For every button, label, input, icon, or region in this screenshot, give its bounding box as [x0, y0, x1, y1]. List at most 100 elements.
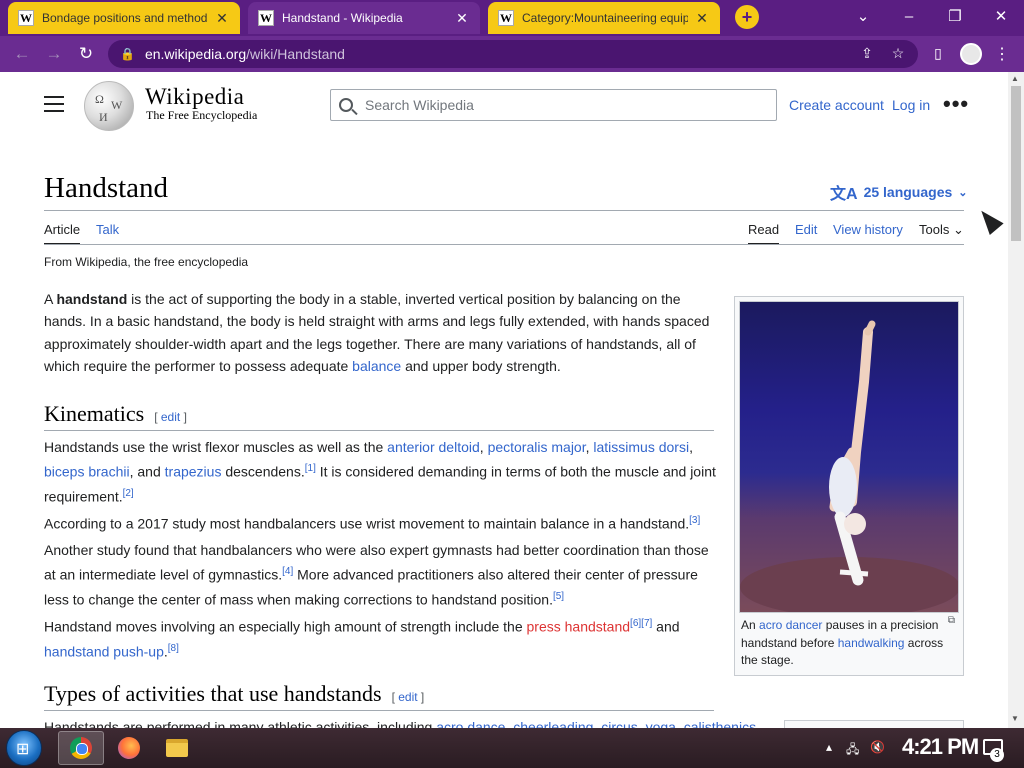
reload-icon[interactable]: ↻ [74, 42, 98, 66]
search-placeholder: Search Wikipedia [365, 97, 474, 113]
search-input[interactable]: Search Wikipedia [330, 89, 777, 121]
restore-icon[interactable]: ❐ [943, 4, 967, 28]
link-press-handstand[interactable]: press handstand [527, 619, 631, 635]
text: Handstand moves involving an especially … [44, 618, 527, 635]
wikipedia-globe-logo[interactable]: ΩWИ [84, 81, 134, 131]
thumbnail-figure: An acro dancer pauses in a precision han… [734, 296, 964, 676]
back-icon[interactable]: ← [10, 42, 34, 66]
network-icon[interactable]: 🖧 [846, 740, 859, 761]
chrome-icon [70, 737, 92, 759]
start-button[interactable]: ⊞ [6, 730, 42, 766]
link-balance[interactable]: balance [352, 358, 401, 374]
close-tab-icon[interactable]: ✕ [694, 10, 710, 27]
link-yoga[interactable]: yoga [646, 719, 676, 728]
link-acro-dancer[interactable]: acro dancer [759, 618, 822, 632]
taskbar-chrome[interactable] [58, 731, 104, 765]
acro-dancer-illustration [740, 320, 958, 612]
show-hidden-icons[interactable]: ▴ [826, 740, 832, 754]
tabs-divider [44, 244, 964, 245]
close-window-icon[interactable]: ✕ [989, 4, 1013, 28]
link-latissimus-dorsi[interactable]: latissimus dorsi [593, 439, 689, 455]
address-bar[interactable]: 🔒 en.wikipedia.org/wiki/Handstand [108, 40, 918, 68]
link-trapezius[interactable]: trapezius [165, 464, 222, 480]
reference-4[interactable]: [4] [282, 566, 293, 577]
link-calisthenics[interactable]: calisthenics [684, 719, 756, 728]
link-biceps-brachii[interactable]: biceps brachii [44, 464, 130, 480]
intro-paragraph: A handstand is the act of supporting the… [44, 288, 716, 378]
page-title: Handstand [44, 172, 169, 204]
forward-icon[interactable]: → [42, 42, 66, 66]
minimize-icon[interactable]: – [897, 4, 921, 28]
tab-article[interactable]: Article [44, 222, 81, 245]
link-anterior-deltoid[interactable]: anterior deltoid [387, 439, 480, 455]
text: Handstands use the wrist flexor muscles … [44, 439, 388, 455]
main-menu-icon[interactable] [44, 96, 64, 117]
wikipedia-favicon-icon: W [498, 10, 514, 26]
reference-3[interactable]: [3] [689, 515, 700, 526]
text: , [675, 719, 684, 728]
types-paragraph-1: Handstands are performed in many athleti… [44, 716, 764, 728]
chevron-down-icon: ⌄ [952, 222, 964, 237]
tools-dropdown[interactable]: Tools ⌄ [919, 222, 964, 238]
taskbar-firefox[interactable] [106, 731, 152, 765]
reference-7[interactable]: [7] [641, 618, 652, 629]
link-acro-dance[interactable]: acro dance [436, 719, 505, 728]
language-selector-button[interactable]: 文A 25 languages ⌄ [830, 180, 967, 204]
link-pectoralis-major[interactable]: pectoralis major [488, 439, 586, 455]
handstand-photo[interactable] [739, 301, 959, 613]
wikipedia-wordmark[interactable]: Wikipedia [145, 84, 244, 110]
scroll-up-icon[interactable]: ▲ [1011, 74, 1019, 83]
browser-tab-bondage[interactable]: W Bondage positions and methods ✕ [8, 2, 240, 34]
windows-logo-icon: ⊞ [16, 741, 30, 758]
windows-taskbar: ⊞ ▴ 🖧 🔇 4:21 PM 3 [0, 728, 1024, 768]
side-panel-icon[interactable]: ▯ [927, 42, 949, 64]
browser-tab-handstand[interactable]: W Handstand - Wikipedia ✕ [248, 2, 480, 34]
tab-search-icon[interactable]: ⌄ [851, 4, 875, 28]
link-circus[interactable]: circus [601, 719, 638, 728]
tab-view-history[interactable]: View history [833, 222, 903, 237]
tab-edit[interactable]: Edit [795, 222, 817, 237]
browser-tab-mountaineering[interactable]: W Category:Mountaineering equipm ✕ [488, 2, 720, 34]
tab-talk[interactable]: Talk [96, 222, 119, 237]
scroll-thumb[interactable] [1011, 86, 1021, 241]
profile-avatar[interactable] [960, 43, 982, 65]
personal-tools-more-icon[interactable]: ••• [943, 91, 969, 117]
new-tab-button[interactable]: + [735, 5, 759, 29]
reference-8[interactable]: [8] [168, 643, 179, 654]
firefox-icon [118, 737, 140, 759]
bookmark-star-icon[interactable]: ☆ [887, 42, 909, 64]
log-in-link[interactable]: Log in [892, 97, 930, 113]
page-scrollbar[interactable]: ▲ ▼ [1008, 72, 1024, 728]
close-tab-icon[interactable]: ✕ [214, 10, 230, 27]
title-divider [44, 210, 964, 211]
link-handwalking[interactable]: handwalking [838, 636, 905, 650]
close-tab-icon[interactable]: ✕ [454, 10, 470, 27]
kinematics-paragraph-2: According to a 2017 study most handbalan… [44, 510, 716, 535]
enlarge-icon[interactable]: ⧉ [948, 615, 955, 626]
wikipedia-favicon-icon: W [258, 10, 274, 26]
link-cheerleading[interactable]: cheerleading [513, 719, 593, 728]
chevron-down-icon: ⌄ [958, 186, 968, 199]
wikipedia-tagline: The Free Encyclopedia [146, 108, 258, 122]
reference-6[interactable]: [6] [630, 618, 641, 629]
reference-1[interactable]: [1] [305, 463, 316, 474]
search-icon [339, 98, 353, 112]
tab-read[interactable]: Read [748, 222, 780, 245]
share-icon[interactable]: ⇪ [856, 42, 878, 64]
url-host: en.wikipedia.org [144, 46, 247, 62]
scroll-down-icon[interactable]: ▼ [1011, 714, 1019, 723]
browser-menu-icon[interactable]: ⋮ [994, 44, 1010, 64]
edit-link[interactable]: edit [398, 690, 417, 704]
wikipedia-page: ΩWИ Wikipedia The Free Encyclopedia Sear… [0, 72, 1008, 728]
reference-5[interactable]: [5] [553, 591, 564, 602]
edit-link[interactable]: edit [161, 410, 180, 424]
taskbar-clock[interactable]: 4:21 PM [902, 734, 979, 760]
text: , [637, 719, 646, 728]
notification-count: 3 [990, 748, 1004, 762]
taskbar-explorer[interactable] [154, 731, 200, 765]
link-handstand-push-up[interactable]: handstand push-up [44, 644, 164, 660]
volume-muted-icon[interactable]: 🔇 [870, 740, 885, 754]
create-account-link[interactable]: Create account [789, 97, 884, 113]
text: An [741, 618, 760, 632]
reference-2[interactable]: [2] [123, 488, 134, 499]
